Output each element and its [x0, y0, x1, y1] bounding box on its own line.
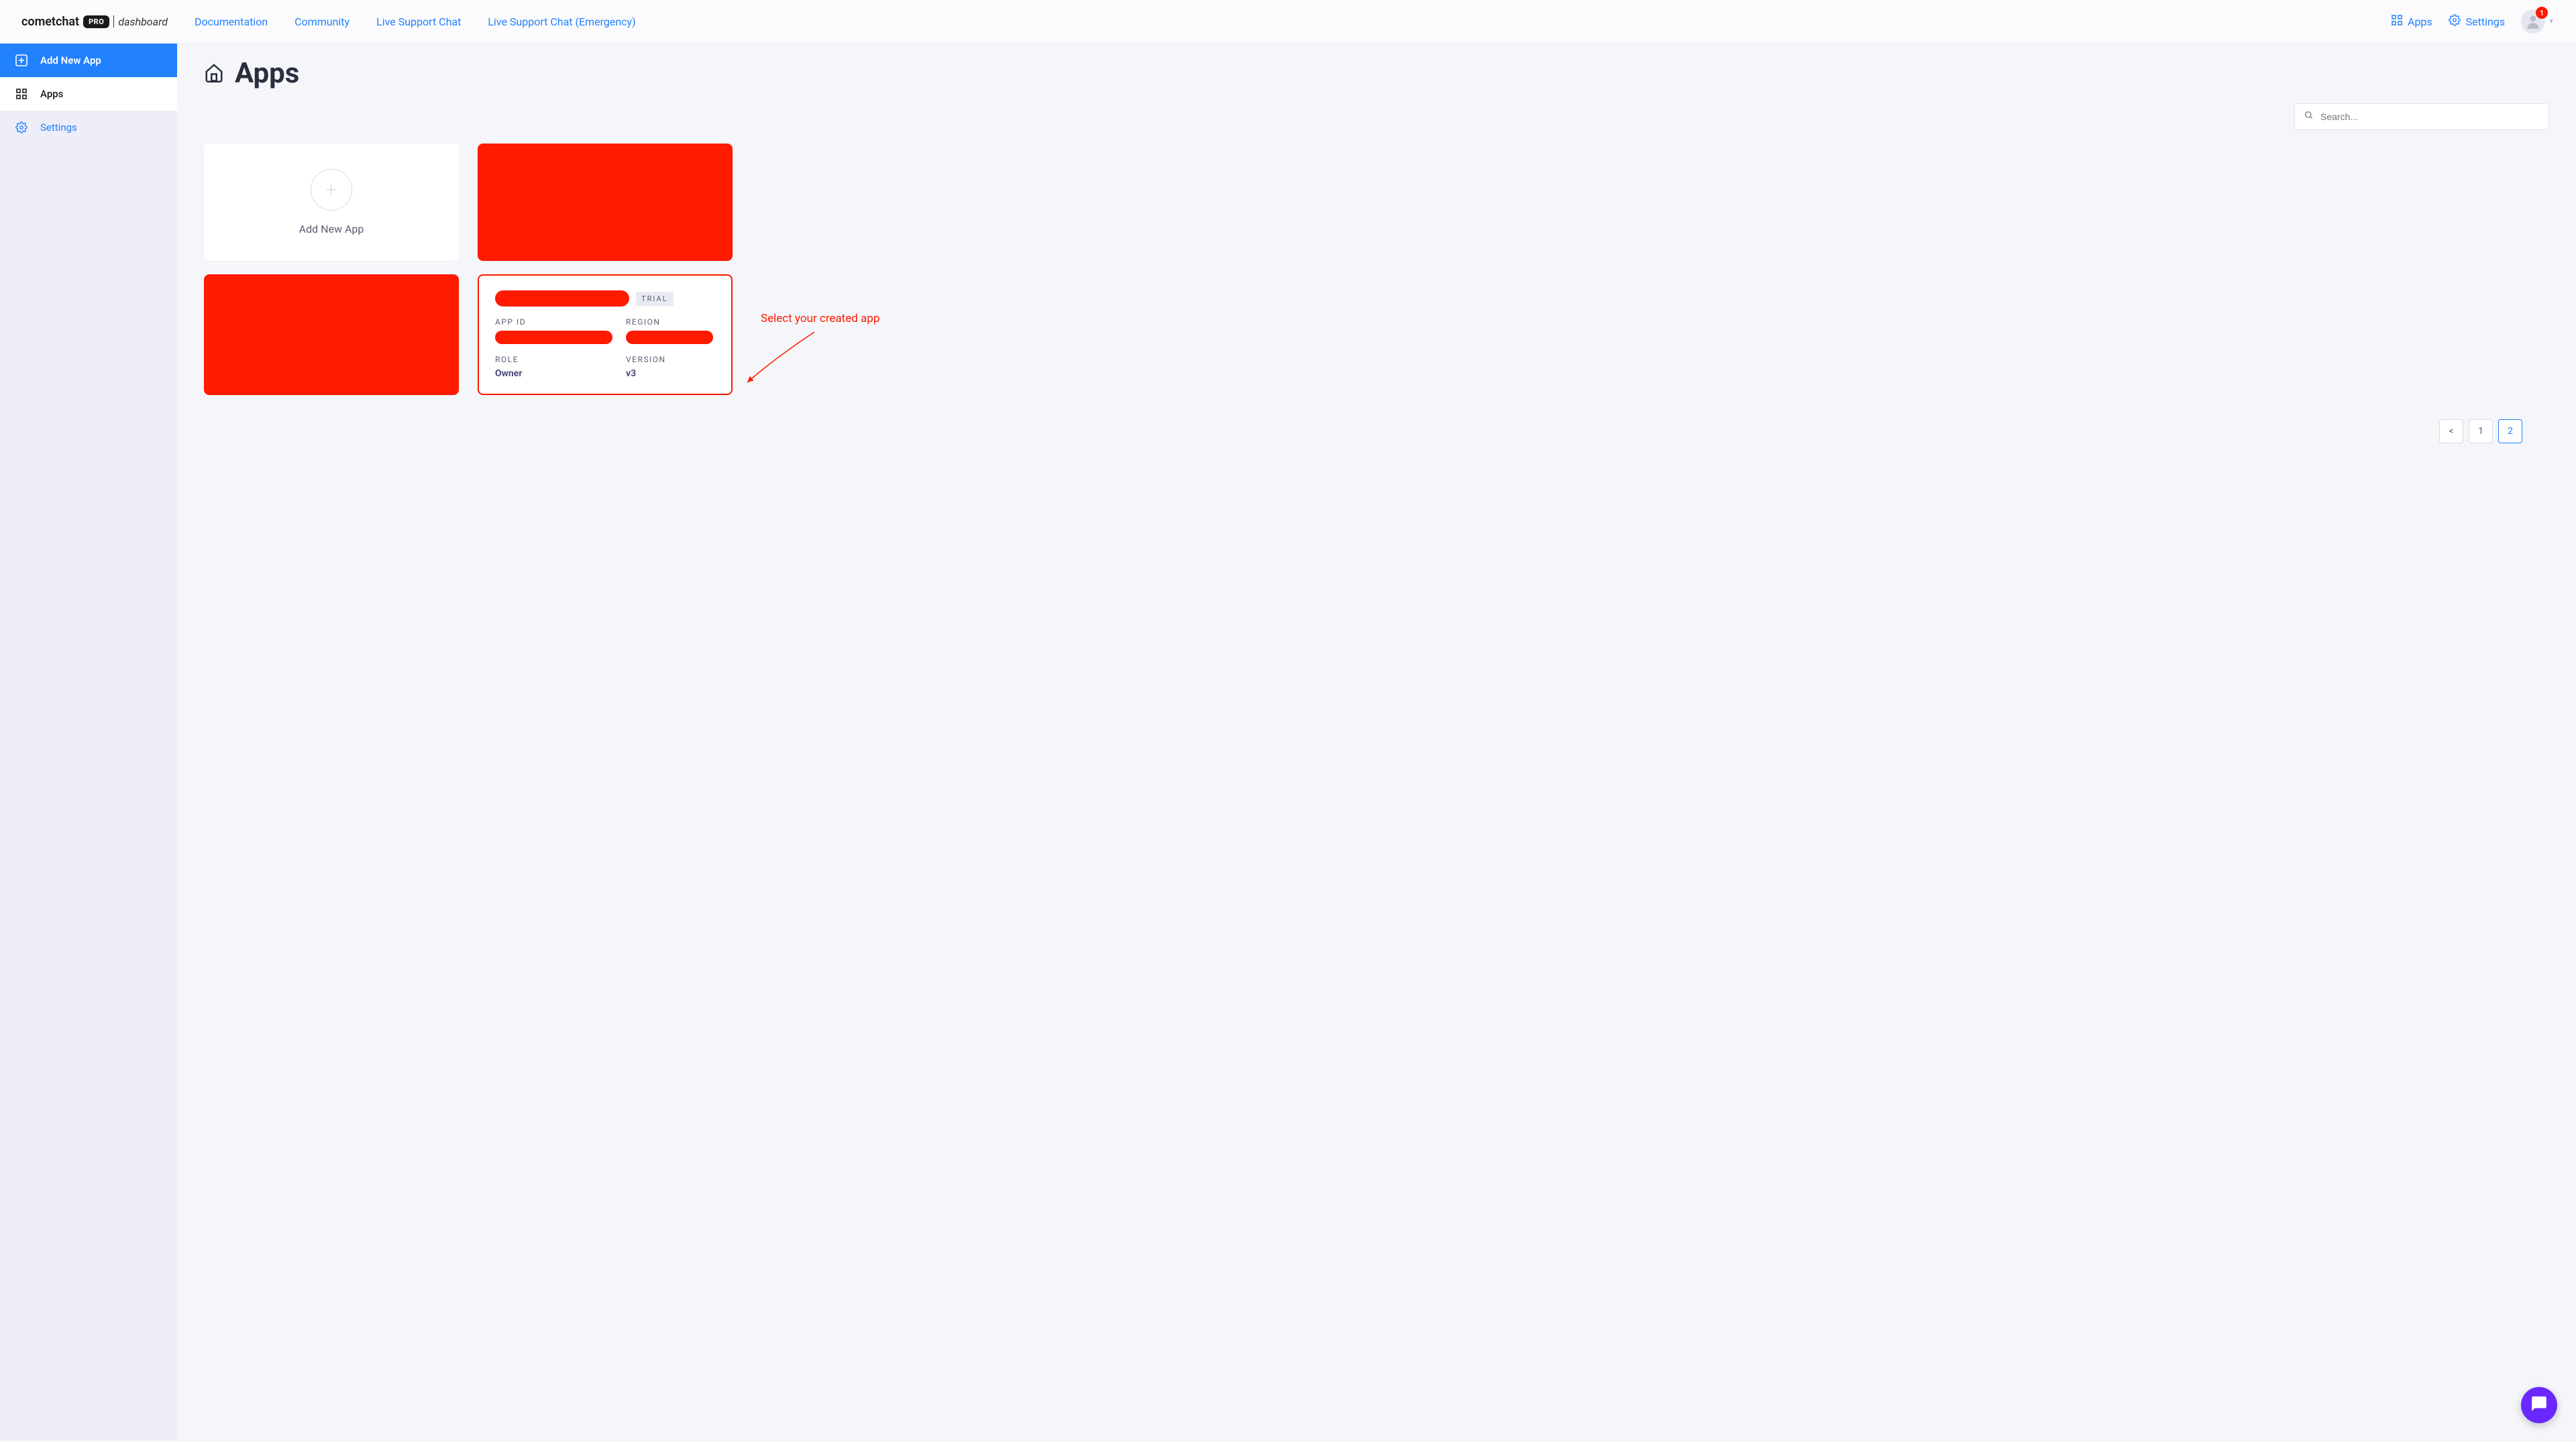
app-name-row: TRIAL: [495, 290, 715, 307]
chevron-down-icon: ▼: [2548, 18, 2555, 25]
search-box[interactable]: [2294, 103, 2549, 130]
logo-pro-badge: PRO: [83, 15, 109, 28]
nav-support-emergency[interactable]: Live Support Chat (Emergency): [488, 15, 635, 28]
selected-app-card[interactable]: TRIAL APP ID Region Role Owner: [478, 274, 733, 395]
trial-badge: TRIAL: [636, 292, 674, 306]
search-icon: [2304, 111, 2314, 123]
sidebar-add-label: Add New App: [40, 54, 101, 66]
gear-icon: [2449, 14, 2461, 29]
redacted-app-card-1[interactable]: [478, 144, 733, 261]
plus-circle-icon: +: [311, 169, 352, 211]
sidebar-settings-label: Settings: [40, 121, 77, 133]
logo-sub: dashboard: [118, 15, 168, 28]
page-2[interactable]: 2: [2498, 419, 2522, 443]
nav-community[interactable]: Community: [294, 15, 350, 28]
nav-links: Documentation Community Live Support Cha…: [195, 15, 636, 28]
notification-badge: 1: [2536, 7, 2548, 19]
sidebar-add-new-app[interactable]: Add New App: [0, 44, 177, 77]
main-layout: Add New App Apps Settings Apps: [0, 44, 2576, 1440]
grid-icon: [2392, 15, 2402, 28]
version-label: Version: [626, 355, 715, 364]
content-area: Apps + Add New App TRIAL: [177, 44, 2576, 1440]
logo-divider: [113, 15, 114, 27]
add-new-app-card[interactable]: + Add New App: [204, 144, 459, 261]
sidebar: Add New App Apps Settings: [0, 44, 177, 1440]
user-menu[interactable]: 1 ▼: [2521, 9, 2555, 34]
annotation-arrow: [741, 325, 821, 392]
region-label: Region: [626, 317, 715, 327]
home-icon: [204, 62, 224, 85]
apps-grid: + Add New App TRIAL APP ID Region: [204, 144, 2549, 395]
annotation-text: Select your created app: [761, 312, 879, 325]
role-label: Role: [495, 355, 612, 364]
redacted-app-name: [495, 290, 629, 307]
nav-support[interactable]: Live Support Chat: [376, 15, 461, 28]
search-input[interactable]: [2320, 111, 2539, 122]
redacted-app-card-2[interactable]: [204, 274, 459, 395]
appid-label: APP ID: [495, 317, 612, 327]
role-value: Owner: [495, 368, 612, 379]
page-title: Apps: [235, 57, 299, 90]
page-prev[interactable]: <: [2439, 419, 2463, 443]
header-apps-label: Apps: [2408, 15, 2432, 28]
sidebar-apps[interactable]: Apps: [0, 77, 177, 111]
grid-icon: [15, 89, 28, 99]
header-right: Apps Settings 1 ▼: [2392, 9, 2555, 34]
header-settings-label: Settings: [2466, 15, 2505, 28]
page-title-row: Apps: [204, 57, 2549, 90]
page-1[interactable]: 1: [2469, 419, 2493, 443]
add-card-label: Add New App: [299, 223, 364, 235]
sidebar-apps-label: Apps: [40, 88, 63, 100]
app-header: cometchat PRO dashboard Documentation Co…: [0, 0, 2576, 44]
gear-icon: [15, 121, 28, 133]
redacted-appid: [495, 331, 612, 344]
search-row: [204, 103, 2549, 130]
logo-brand: cometchat: [21, 15, 79, 29]
logo[interactable]: cometchat PRO dashboard: [21, 15, 168, 29]
chat-fab[interactable]: [2521, 1387, 2557, 1423]
redacted-region: [626, 331, 713, 344]
nav-documentation[interactable]: Documentation: [195, 15, 268, 28]
header-settings-link[interactable]: Settings: [2449, 14, 2505, 29]
header-apps-link[interactable]: Apps: [2392, 15, 2432, 28]
app-meta: APP ID Region Role Owner Version v3: [495, 317, 715, 379]
version-value: v3: [626, 368, 715, 379]
chat-icon: [2530, 1395, 2548, 1415]
sidebar-settings[interactable]: Settings: [0, 111, 177, 144]
pagination: < 1 2: [204, 419, 2549, 443]
plus-box-icon: [15, 54, 28, 66]
